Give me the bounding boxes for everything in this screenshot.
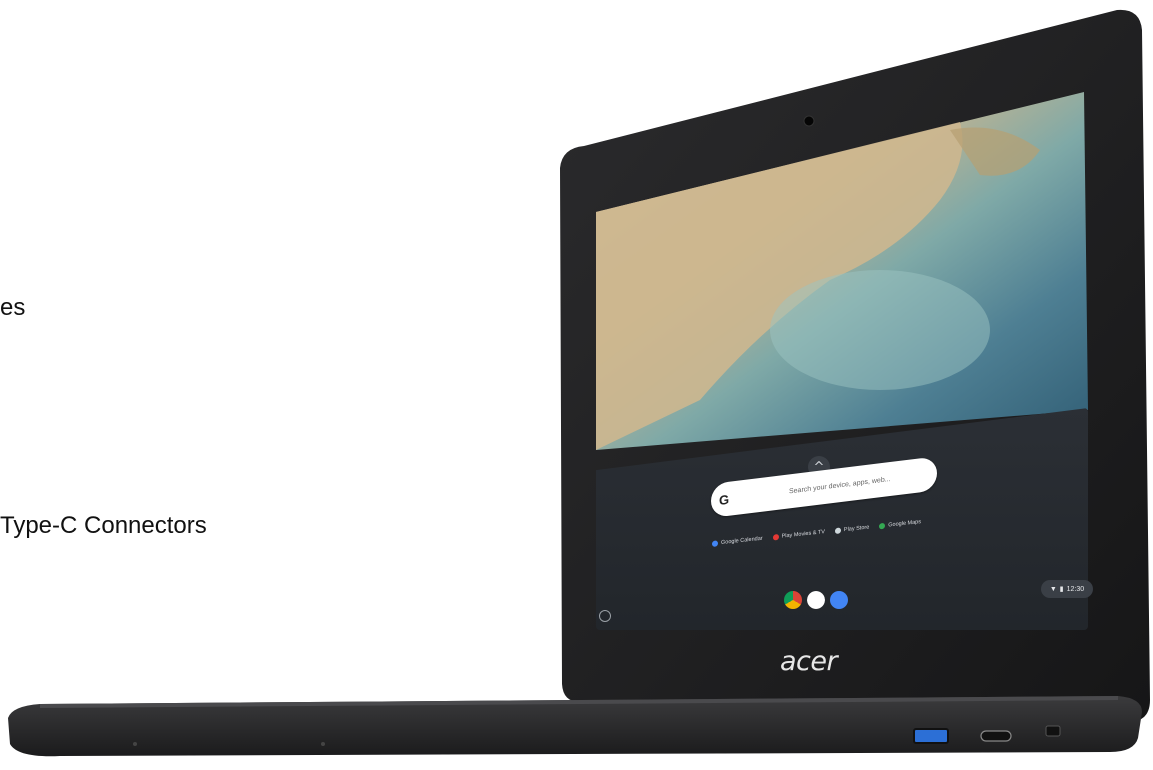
play-store-icon (834, 527, 841, 535)
suggestion-chip[interactable]: Google Maps (879, 519, 921, 530)
play-movies-icon (772, 534, 779, 541)
files-icon[interactable] (830, 591, 848, 609)
wifi-icon: ▼ (1049, 585, 1057, 593)
suggestion-chip[interactable]: Google Calendar (712, 536, 763, 547)
usb-c-port (980, 730, 1012, 742)
google-calendar-icon (712, 540, 718, 547)
launcher-button[interactable] (599, 610, 611, 622)
usb-a-port (913, 728, 949, 744)
brand-logo: acer (780, 646, 838, 677)
suggestion-chip[interactable]: Play Movies & TV (772, 529, 825, 541)
laptop-illustration (8, 9, 1150, 757)
clock: 12:30 (1066, 585, 1085, 593)
shelf (784, 591, 848, 609)
suggestion-chip[interactable]: Play Store (834, 524, 869, 535)
search-placeholder: Search your device, apps, web... (789, 475, 891, 495)
webcam (803, 115, 815, 127)
lock-slot (1045, 725, 1061, 737)
status-tray[interactable]: ▼ ▮ 12:30 (1041, 580, 1093, 598)
battery-icon: ▮ (1059, 586, 1064, 593)
google-maps-icon (879, 522, 886, 530)
google-logo-icon: G (719, 491, 730, 508)
play-store-icon[interactable] (807, 591, 825, 609)
chrome-icon[interactable] (784, 591, 802, 609)
